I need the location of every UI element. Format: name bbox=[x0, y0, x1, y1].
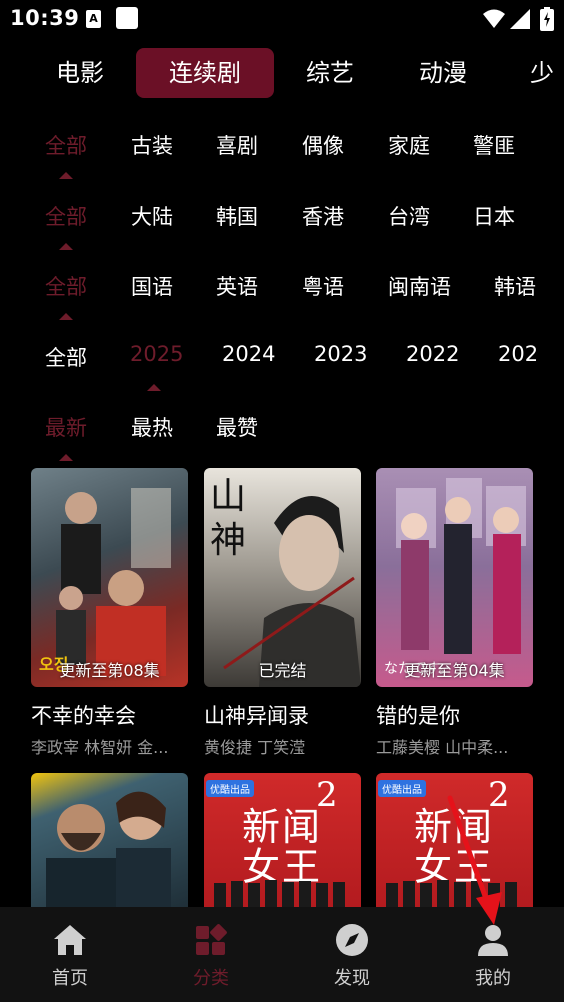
filter-language-korean[interactable]: 韩语 bbox=[494, 271, 536, 301]
poster-season-number: 2 bbox=[316, 775, 338, 815]
filter-row-genre: 全部 古装 喜剧 偶像 家庭 警匪 bbox=[0, 130, 564, 180]
filter-row-year: 全部 2025 2024 2023 2022 2021 bbox=[0, 342, 564, 392]
nav-category-label: 分类 bbox=[193, 968, 229, 989]
show-poster[interactable]: 山 神 已完结 bbox=[204, 468, 361, 687]
notification-square-icon bbox=[116, 7, 138, 29]
tab-variety[interactable]: 综艺 bbox=[300, 48, 360, 98]
show-card[interactable]: 山 神 已完结 山神异闻录 黄俊捷 丁笑滢 bbox=[204, 468, 361, 757]
episode-badge: 更新至第04集 bbox=[404, 661, 505, 680]
selected-indicator bbox=[59, 172, 73, 179]
filter-year-2024[interactable]: 2024 bbox=[222, 342, 275, 366]
battery-icon bbox=[540, 7, 554, 31]
filter-region-hongkong[interactable]: 香港 bbox=[302, 201, 344, 231]
filter-row-sort: 最新 最热 最赞 bbox=[0, 412, 564, 462]
category-icon bbox=[196, 924, 227, 955]
filter-year-2023[interactable]: 2023 bbox=[314, 342, 367, 366]
episode-badge: 已完结 bbox=[258, 661, 307, 680]
poster-art: 오징 bbox=[39, 488, 171, 676]
nav-discover-label: 发现 bbox=[334, 968, 370, 989]
poster-art bbox=[46, 791, 171, 907]
tab-anime[interactable]: 动漫 bbox=[413, 48, 473, 98]
filter-year-2025[interactable]: 2025 bbox=[130, 342, 183, 366]
status-time: 10:39 bbox=[10, 6, 80, 30]
show-poster[interactable]: 优酷出品 新闻女王 2 bbox=[204, 773, 361, 907]
filter-year-all[interactable]: 全部 bbox=[45, 342, 87, 372]
filter-language-cantonese[interactable]: 粤语 bbox=[302, 271, 344, 301]
tab-tv-series[interactable]: 连续剧 bbox=[136, 48, 274, 98]
filter-row-region: 全部 大陆 韩国 香港 台湾 日本 bbox=[0, 201, 564, 251]
nav-home-label: 首页 bbox=[52, 968, 88, 989]
tab-kids[interactable]: 少 bbox=[530, 48, 564, 98]
selected-indicator bbox=[147, 384, 161, 391]
filter-region-all[interactable]: 全部 bbox=[45, 201, 87, 231]
episode-badge: 更新至第08集 bbox=[59, 661, 160, 680]
show-poster[interactable] bbox=[31, 773, 188, 907]
compass-icon bbox=[336, 924, 368, 956]
sort-hottest[interactable]: 最热 bbox=[131, 412, 173, 442]
filter-region-japan[interactable]: 日本 bbox=[473, 201, 515, 231]
poster-art: なたです。 bbox=[384, 478, 526, 677]
filter-genre-costume[interactable]: 古装 bbox=[131, 130, 173, 160]
filter-genre-comedy[interactable]: 喜剧 bbox=[216, 130, 258, 160]
nav-profile-label: 我的 bbox=[475, 968, 511, 989]
selected-indicator bbox=[59, 454, 73, 461]
nav-category[interactable]: 分类 bbox=[171, 907, 251, 1002]
selected-indicator bbox=[59, 313, 73, 320]
show-title[interactable]: 山神异闻录 bbox=[204, 700, 309, 730]
filter-language-all[interactable]: 全部 bbox=[45, 271, 87, 301]
sort-most-liked[interactable]: 最赞 bbox=[216, 412, 258, 442]
filter-region-mainland[interactable]: 大陆 bbox=[131, 201, 173, 231]
home-icon bbox=[54, 925, 86, 955]
show-actors: 李政宰 林智妍 金... bbox=[31, 738, 169, 757]
show-card[interactable]: 오징 更新至第08集 不幸的幸会 李政宰 林智妍 金... bbox=[31, 468, 188, 757]
filter-genre-police[interactable]: 警匪 bbox=[473, 130, 515, 160]
filter-year-2021[interactable]: 2021 bbox=[498, 342, 538, 366]
poster-art: 山 神 bbox=[210, 476, 361, 687]
svg-text:神: 神 bbox=[210, 520, 246, 561]
pointer-arrow-icon bbox=[447, 795, 502, 925]
svg-text:山: 山 bbox=[210, 476, 246, 517]
nav-home[interactable]: 首页 bbox=[30, 907, 110, 1002]
filter-genre-all[interactable]: 全部 bbox=[45, 130, 87, 160]
show-card[interactable]: なたです。 更新至第04集 错的是你 工藤美樱 山中柔... bbox=[376, 468, 533, 757]
top-category-tabs: 电影 连续剧 综艺 动漫 少 bbox=[0, 48, 564, 98]
tab-movie[interactable]: 电影 bbox=[50, 48, 110, 98]
filter-region-korea[interactable]: 韩国 bbox=[216, 201, 258, 231]
selected-indicator bbox=[59, 243, 73, 250]
cell-signal-icon bbox=[510, 9, 530, 29]
filter-language-english[interactable]: 英语 bbox=[216, 271, 258, 301]
nav-discover[interactable]: 发现 bbox=[312, 907, 392, 1002]
filter-language-hokkien[interactable]: 闽南语 bbox=[388, 271, 451, 301]
filter-year-2022[interactable]: 2022 bbox=[406, 342, 459, 366]
poster-title: 新闻女王 bbox=[242, 805, 323, 889]
status-bar: 10:39 A bbox=[0, 0, 564, 38]
filter-language-mandarin[interactable]: 国语 bbox=[131, 271, 173, 301]
show-poster[interactable]: 오징 更新至第08集 bbox=[31, 468, 188, 687]
notification-a-icon: A bbox=[86, 10, 101, 28]
sort-newest[interactable]: 最新 bbox=[45, 412, 87, 442]
poster-cast-silhouettes bbox=[214, 880, 345, 907]
producer-tag: 优酷出品 bbox=[206, 780, 254, 797]
show-actors: 工藤美樱 山中柔... bbox=[376, 738, 509, 757]
filter-genre-idol[interactable]: 偶像 bbox=[302, 130, 344, 160]
filter-genre-family[interactable]: 家庭 bbox=[388, 130, 430, 160]
filter-row-language: 全部 国语 英语 粤语 闽南语 韩语 bbox=[0, 271, 564, 321]
show-poster[interactable]: なたです。 更新至第04集 bbox=[376, 468, 533, 687]
producer-tag: 优酷出品 bbox=[378, 780, 426, 797]
filter-region-taiwan[interactable]: 台湾 bbox=[388, 201, 430, 231]
show-title[interactable]: 错的是你 bbox=[376, 700, 460, 730]
show-title[interactable]: 不幸的幸会 bbox=[31, 700, 136, 730]
show-actors: 黄俊捷 丁笑滢 bbox=[204, 738, 306, 757]
wifi-icon bbox=[483, 9, 505, 28]
